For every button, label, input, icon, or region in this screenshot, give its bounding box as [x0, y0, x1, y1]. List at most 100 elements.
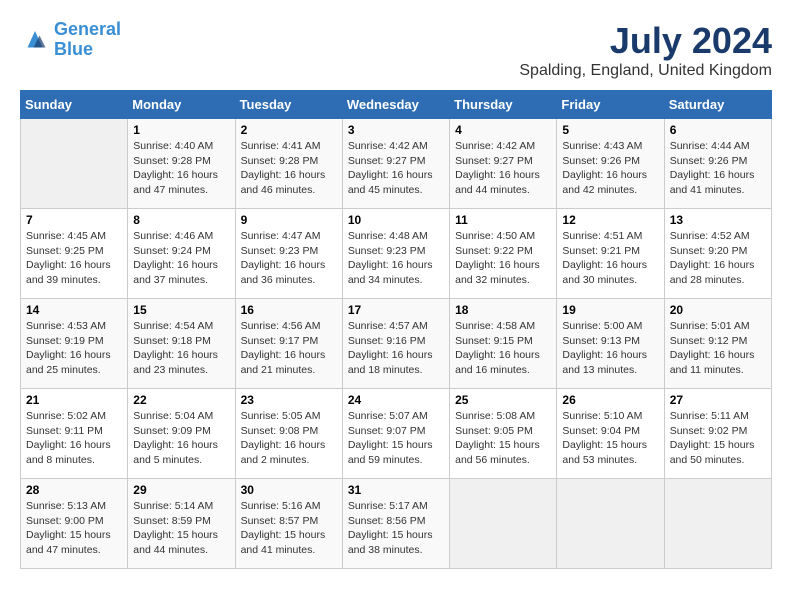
calendar-cell: 12Sunrise: 4:51 AM Sunset: 9:21 PM Dayli… — [557, 209, 664, 299]
day-info: Sunrise: 5:00 AM Sunset: 9:13 PM Dayligh… — [562, 319, 658, 378]
calendar-cell: 24 Sunrise: 5:07 AM Sunset: 9:07 PM Dayli… — [342, 389, 449, 479]
logo-general: General — [54, 19, 121, 39]
day-info: Sunrise: 5:17 AM Sunset: 8:56 PM Dayligh… — [348, 499, 444, 558]
day-number: 9 — [241, 213, 337, 227]
day-info: Sunrise: 5:16 AM Sunset: 8:57 PM Dayligh… — [241, 499, 337, 558]
day-number: 13 — [670, 213, 766, 227]
weekday-header-saturday: Saturday — [664, 91, 771, 119]
day-info: Sunrise: 5:14 AM Sunset: 8:59 PM Dayligh… — [133, 499, 229, 558]
calendar-cell: 3 Sunrise: 4:42 AM Sunset: 9:27 PM Daylig… — [342, 119, 449, 209]
calendar-cell: 7Sunrise: 4:45 AM Sunset: 9:25 PM Daylig… — [21, 209, 128, 299]
day-info: Sunrise: 4:42 AM Sunset: 9:27 PM Dayligh… — [455, 139, 551, 198]
calendar-table: SundayMondayTuesdayWednesdayThursdayFrid… — [20, 90, 772, 569]
calendar-cell: 29 Sunrise: 5:14 AM Sunset: 8:59 PM Dayli… — [128, 479, 235, 569]
calendar-cell: 5Sunrise: 4:43 AM Sunset: 9:26 PM Daylig… — [557, 119, 664, 209]
calendar-cell: 31 Sunrise: 5:17 AM Sunset: 8:56 PM Dayli… — [342, 479, 449, 569]
day-info: Sunrise: 4:53 AM Sunset: 9:19 PM Dayligh… — [26, 319, 122, 378]
day-number: 20 — [670, 303, 766, 317]
day-info: Sunrise: 5:13 AM Sunset: 9:00 PM Dayligh… — [26, 499, 122, 558]
day-number: 10 — [348, 213, 444, 227]
day-info: Sunrise: 4:54 AM Sunset: 9:18 PM Dayligh… — [133, 319, 229, 378]
calendar-week-3: 14 Sunrise: 4:53 AM Sunset: 9:19 PM Dayli… — [21, 299, 772, 389]
calendar-cell: 10 Sunrise: 4:48 AM Sunset: 9:23 PM Dayli… — [342, 209, 449, 299]
calendar-cell: 1Sunrise: 4:40 AM Sunset: 9:28 PM Daylig… — [128, 119, 235, 209]
logo-text: General Blue — [54, 20, 121, 60]
calendar-cell: 15 Sunrise: 4:54 AM Sunset: 9:18 PM Dayli… — [128, 299, 235, 389]
calendar-cell: 17 Sunrise: 4:57 AM Sunset: 9:16 PM Dayli… — [342, 299, 449, 389]
page-header: General Blue July 2024 Spalding, England… — [20, 20, 772, 80]
calendar-cell: 28Sunrise: 5:13 AM Sunset: 9:00 PM Dayli… — [21, 479, 128, 569]
day-number: 26 — [562, 393, 658, 407]
month-title: July 2024 — [519, 20, 772, 62]
day-info: Sunrise: 4:41 AM Sunset: 9:28 PM Dayligh… — [241, 139, 337, 198]
day-info: Sunrise: 5:10 AM Sunset: 9:04 PM Dayligh… — [562, 409, 658, 468]
day-info: Sunrise: 4:58 AM Sunset: 9:15 PM Dayligh… — [455, 319, 551, 378]
calendar-week-5: 28Sunrise: 5:13 AM Sunset: 9:00 PM Dayli… — [21, 479, 772, 569]
calendar-header-row: SundayMondayTuesdayWednesdayThursdayFrid… — [21, 91, 772, 119]
day-info: Sunrise: 4:42 AM Sunset: 9:27 PM Dayligh… — [348, 139, 444, 198]
logo-blue: Blue — [54, 39, 93, 59]
day-info: Sunrise: 4:47 AM Sunset: 9:23 PM Dayligh… — [241, 229, 337, 288]
day-number: 17 — [348, 303, 444, 317]
day-info: Sunrise: 4:50 AM Sunset: 9:22 PM Dayligh… — [455, 229, 551, 288]
day-number: 31 — [348, 483, 444, 497]
calendar-cell: 22Sunrise: 5:04 AM Sunset: 9:09 PM Dayli… — [128, 389, 235, 479]
calendar-week-1: 1Sunrise: 4:40 AM Sunset: 9:28 PM Daylig… — [21, 119, 772, 209]
weekday-header-friday: Friday — [557, 91, 664, 119]
day-info: Sunrise: 4:51 AM Sunset: 9:21 PM Dayligh… — [562, 229, 658, 288]
calendar-cell: 25 Sunrise: 5:08 AM Sunset: 9:05 PM Dayli… — [450, 389, 557, 479]
calendar-cell: 6Sunrise: 4:44 AM Sunset: 9:26 PM Daylig… — [664, 119, 771, 209]
day-number: 14 — [26, 303, 122, 317]
logo: General Blue — [20, 20, 121, 60]
calendar-cell — [557, 479, 664, 569]
logo-icon — [20, 25, 50, 55]
day-number: 19 — [562, 303, 658, 317]
weekday-header-thursday: Thursday — [450, 91, 557, 119]
day-number: 23 — [241, 393, 337, 407]
calendar-cell: 26 Sunrise: 5:10 AM Sunset: 9:04 PM Dayli… — [557, 389, 664, 479]
day-number: 16 — [241, 303, 337, 317]
day-number: 24 — [348, 393, 444, 407]
calendar-cell — [664, 479, 771, 569]
calendar-week-2: 7Sunrise: 4:45 AM Sunset: 9:25 PM Daylig… — [21, 209, 772, 299]
day-info: Sunrise: 4:57 AM Sunset: 9:16 PM Dayligh… — [348, 319, 444, 378]
day-number: 5 — [562, 123, 658, 137]
weekday-header-monday: Monday — [128, 91, 235, 119]
day-info: Sunrise: 5:04 AM Sunset: 9:09 PM Dayligh… — [133, 409, 229, 468]
day-info: Sunrise: 5:05 AM Sunset: 9:08 PM Dayligh… — [241, 409, 337, 468]
calendar-cell: 23 Sunrise: 5:05 AM Sunset: 9:08 PM Dayli… — [235, 389, 342, 479]
day-number: 30 — [241, 483, 337, 497]
weekday-header-wednesday: Wednesday — [342, 91, 449, 119]
day-number: 25 — [455, 393, 551, 407]
calendar-cell: 14 Sunrise: 4:53 AM Sunset: 9:19 PM Dayli… — [21, 299, 128, 389]
calendar-cell: 27Sunrise: 5:11 AM Sunset: 9:02 PM Dayli… — [664, 389, 771, 479]
calendar-cell: 19 Sunrise: 5:00 AM Sunset: 9:13 PM Dayli… — [557, 299, 664, 389]
day-info: Sunrise: 5:08 AM Sunset: 9:05 PM Dayligh… — [455, 409, 551, 468]
day-number: 3 — [348, 123, 444, 137]
title-area: July 2024 Spalding, England, United King… — [519, 20, 772, 80]
day-number: 18 — [455, 303, 551, 317]
day-number: 6 — [670, 123, 766, 137]
calendar-cell: 21Sunrise: 5:02 AM Sunset: 9:11 PM Dayli… — [21, 389, 128, 479]
day-number: 15 — [133, 303, 229, 317]
day-number: 2 — [241, 123, 337, 137]
calendar-cell: 30 Sunrise: 5:16 AM Sunset: 8:57 PM Dayli… — [235, 479, 342, 569]
day-number: 8 — [133, 213, 229, 227]
day-number: 1 — [133, 123, 229, 137]
day-info: Sunrise: 5:11 AM Sunset: 9:02 PM Dayligh… — [670, 409, 766, 468]
day-info: Sunrise: 5:01 AM Sunset: 9:12 PM Dayligh… — [670, 319, 766, 378]
calendar-cell: 9 Sunrise: 4:47 AM Sunset: 9:23 PM Daylig… — [235, 209, 342, 299]
calendar-week-4: 21Sunrise: 5:02 AM Sunset: 9:11 PM Dayli… — [21, 389, 772, 479]
day-info: Sunrise: 5:07 AM Sunset: 9:07 PM Dayligh… — [348, 409, 444, 468]
calendar-cell — [450, 479, 557, 569]
day-number: 29 — [133, 483, 229, 497]
weekday-header-sunday: Sunday — [21, 91, 128, 119]
calendar-cell: 4 Sunrise: 4:42 AM Sunset: 9:27 PM Daylig… — [450, 119, 557, 209]
location-title: Spalding, England, United Kingdom — [519, 62, 772, 80]
day-number: 11 — [455, 213, 551, 227]
day-info: Sunrise: 4:48 AM Sunset: 9:23 PM Dayligh… — [348, 229, 444, 288]
calendar-cell: 8Sunrise: 4:46 AM Sunset: 9:24 PM Daylig… — [128, 209, 235, 299]
calendar-cell: 11 Sunrise: 4:50 AM Sunset: 9:22 PM Dayli… — [450, 209, 557, 299]
day-info: Sunrise: 4:52 AM Sunset: 9:20 PM Dayligh… — [670, 229, 766, 288]
day-number: 4 — [455, 123, 551, 137]
